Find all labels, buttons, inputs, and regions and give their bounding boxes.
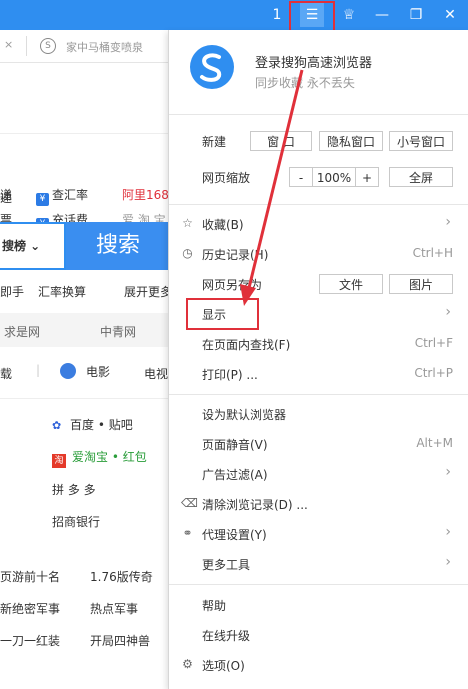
divider: | bbox=[36, 363, 41, 377]
address-bar[interactable]: × S 家中马桶变喷泉 bbox=[0, 30, 170, 63]
chevron-right-icon: › bbox=[445, 554, 451, 570]
skin-icon[interactable]: ♕ bbox=[337, 3, 361, 27]
sidebar-toggle-icon[interactable]: 1 bbox=[265, 3, 289, 27]
chevron-down-icon[interactable]: × bbox=[4, 38, 13, 51]
divider bbox=[169, 114, 468, 115]
link-icon: ⚭ bbox=[182, 526, 193, 540]
menu-item-adblock[interactable]: 广告过滤(A) › bbox=[169, 459, 468, 489]
chevron-right-icon: › bbox=[445, 304, 451, 320]
divider bbox=[26, 36, 27, 56]
film-icon bbox=[60, 363, 76, 379]
news-link[interactable]: 新绝密军事 bbox=[0, 600, 60, 617]
star-icon: ☆ bbox=[182, 216, 193, 230]
new-private-window-button[interactable]: 隐私窗口 bbox=[319, 131, 383, 151]
new-alt-window-button[interactable]: 小号窗口 bbox=[389, 131, 453, 151]
menu-item-mute[interactable]: 页面静音(V) Alt+M bbox=[169, 429, 468, 459]
link[interactable]: 汇率换算 bbox=[38, 283, 86, 300]
menu-item-default-browser[interactable]: 设为默认浏览器 bbox=[169, 399, 468, 429]
site-aitaobao[interactable]: 淘爱淘宝 • 红包 bbox=[52, 448, 147, 468]
zoom-label: 网页缩放 bbox=[202, 171, 251, 185]
menu-item-print[interactable]: 打印(P) ... Ctrl+P bbox=[169, 359, 468, 389]
site-pinduoduo[interactable]: 拼 多 多 bbox=[52, 481, 96, 498]
news-link[interactable]: 一刀一红装 bbox=[0, 632, 60, 649]
clock-icon: ◷ bbox=[182, 246, 193, 260]
shortcut-label: Ctrl+P bbox=[414, 366, 453, 380]
media-film[interactable]: 电影 bbox=[60, 363, 110, 380]
divider bbox=[169, 204, 468, 205]
divider bbox=[169, 394, 468, 395]
link[interactable]: 即手 bbox=[0, 283, 24, 300]
quick-links: 递 bbox=[0, 63, 170, 205]
yen-icon: ¥ bbox=[36, 193, 49, 206]
zoom-value: 100% bbox=[312, 167, 356, 187]
eraser-icon: ⌫ bbox=[181, 496, 198, 510]
site-tabs: 求是网 中青网 bbox=[0, 313, 170, 347]
chevron-right-icon: › bbox=[445, 214, 451, 230]
close-icon[interactable]: ✕ bbox=[438, 3, 462, 27]
quick-link-rate[interactable]: ¥ 查汇率 bbox=[36, 186, 88, 206]
quick-link-ali[interactable]: 阿里168 bbox=[122, 186, 169, 203]
menu-item-upgrade[interactable]: 在线升级 bbox=[169, 620, 468, 650]
menu-item-find[interactable]: 在页面内查找(F) Ctrl+F bbox=[169, 329, 468, 359]
login-title[interactable]: 登录搜狗高速浏览器 bbox=[255, 52, 372, 71]
minimize-icon[interactable]: — bbox=[370, 3, 394, 27]
save-as-image-button[interactable]: 图片 bbox=[389, 274, 453, 294]
news-link[interactable]: 1.76版传奇 bbox=[90, 568, 153, 585]
gear-icon: ⚙ bbox=[182, 657, 193, 671]
sogou-search-icon: S bbox=[40, 38, 56, 54]
shortcut-label: Ctrl+F bbox=[414, 336, 453, 350]
news-link[interactable]: 开局四神兽 bbox=[90, 632, 150, 649]
menu-item-more-tools[interactable]: 更多工具 › bbox=[169, 549, 468, 579]
menu-item-favorites[interactable]: ☆ 收藏(B) › bbox=[169, 209, 468, 239]
sogou-logo-icon bbox=[190, 45, 234, 89]
news-link[interactable]: 热点军事 bbox=[90, 600, 138, 617]
login-subtitle: 同步收藏 永不丢失 bbox=[255, 76, 355, 90]
zoom-in-button[interactable]: + bbox=[355, 167, 379, 187]
zoom-out-button[interactable]: - bbox=[289, 167, 313, 187]
quick-link[interactable]: 递 bbox=[0, 186, 12, 203]
search-button[interactable]: 搜索 bbox=[66, 222, 170, 270]
address-hint[interactable]: 家中马桶变喷泉 bbox=[66, 39, 143, 55]
search-bar: 搜榜 ⌄ 搜索 bbox=[0, 222, 170, 270]
background-page: × S 家中马桶变喷泉 递 递 ¥查汇率 阿里168 票 ¥充话费 爱 淘 宝 … bbox=[0, 30, 172, 689]
menu-item-help[interactable]: 帮助 bbox=[169, 590, 468, 620]
shortcut-label: Ctrl+H bbox=[412, 246, 453, 260]
title-bar: 1 ☰ ♕ — ❐ ✕ bbox=[0, 0, 468, 30]
restore-icon[interactable]: ❐ bbox=[404, 3, 428, 27]
site-baidu[interactable]: ✿ 百度 • 贴吧 bbox=[52, 416, 133, 433]
chevron-right-icon: › bbox=[445, 524, 451, 540]
baidu-paw-icon: ✿ bbox=[52, 419, 62, 432]
search-engine-dropdown[interactable]: 搜榜 ⌄ bbox=[0, 222, 66, 270]
tab-qiushi[interactable]: 求是网 bbox=[4, 323, 40, 340]
site-cmb[interactable]: 招商银行 bbox=[52, 513, 100, 530]
fullscreen-button[interactable]: 全屏 bbox=[389, 167, 453, 187]
browser-menu: 登录搜狗高速浏览器 同步收藏 永不丢失 新建 窗 口 隐私窗口 小号窗口 网页缩… bbox=[168, 30, 468, 689]
taobao-icon: 淘 bbox=[52, 454, 66, 468]
menu-item-options[interactable]: ⚙ 选项(O) bbox=[169, 650, 468, 680]
new-label: 新建 bbox=[202, 135, 227, 149]
link[interactable]: 展开更多 bbox=[124, 283, 172, 300]
display-item-highlight bbox=[186, 298, 259, 330]
divider bbox=[169, 584, 468, 585]
new-window-button[interactable]: 窗 口 bbox=[250, 131, 312, 151]
login-section[interactable]: 登录搜狗高速浏览器 同步收藏 永不丢失 bbox=[169, 30, 468, 106]
news-link[interactable]: 页游前十名 bbox=[0, 568, 60, 585]
media-link[interactable]: 载 bbox=[0, 365, 12, 382]
divider bbox=[0, 398, 170, 399]
tab-zhongqing[interactable]: 中青网 bbox=[100, 323, 136, 340]
menu-item-history[interactable]: ◷ 历史记录(H) Ctrl+H bbox=[169, 239, 468, 269]
menu-item-clear-history[interactable]: ⌫ 清除浏览记录(D) ... bbox=[169, 489, 468, 519]
shortcut-label: Alt+M bbox=[416, 436, 453, 450]
menu-item-proxy[interactable]: ⚭ 代理设置(Y) › bbox=[169, 519, 468, 549]
chevron-right-icon: › bbox=[445, 464, 451, 480]
save-as-file-button[interactable]: 文件 bbox=[319, 274, 383, 294]
media-tv[interactable]: 电视 bbox=[144, 365, 168, 382]
